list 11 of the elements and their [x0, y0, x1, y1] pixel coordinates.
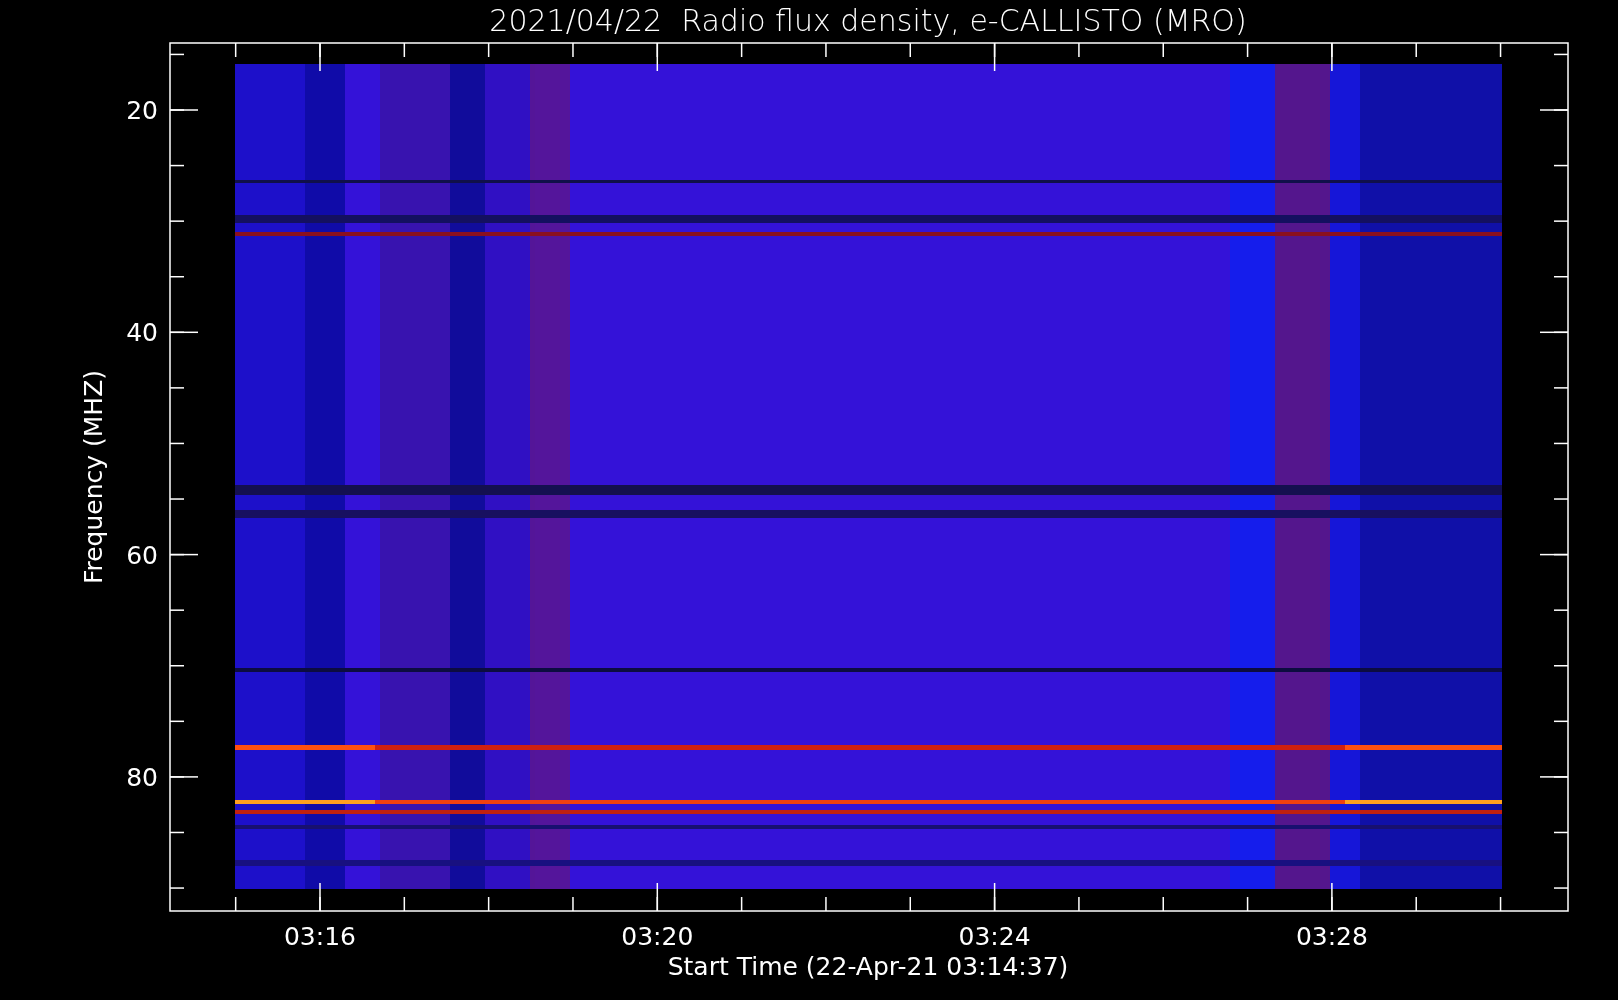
y-tick-label: 20 [126, 96, 158, 125]
y-axis-label: Frequency (MHZ) [79, 369, 108, 585]
y-tick-label: 60 [126, 540, 158, 570]
y-tick-label: 80 [126, 762, 158, 792]
x-tick-label: 03:16 [284, 922, 356, 951]
x-axis-label: Start Time (22-Apr-21 03:14:37) [667, 952, 1069, 981]
plot-title: 2021/04/22 Radio flux density, e-CALLISTO (MRO) [489, 3, 1247, 38]
y-tick-label: 40 [126, 318, 158, 348]
x-tick-label: 03:20 [621, 922, 694, 951]
x-tick-label: 03:28 [1295, 922, 1368, 951]
x-tick-label: 03:24 [958, 922, 1031, 951]
